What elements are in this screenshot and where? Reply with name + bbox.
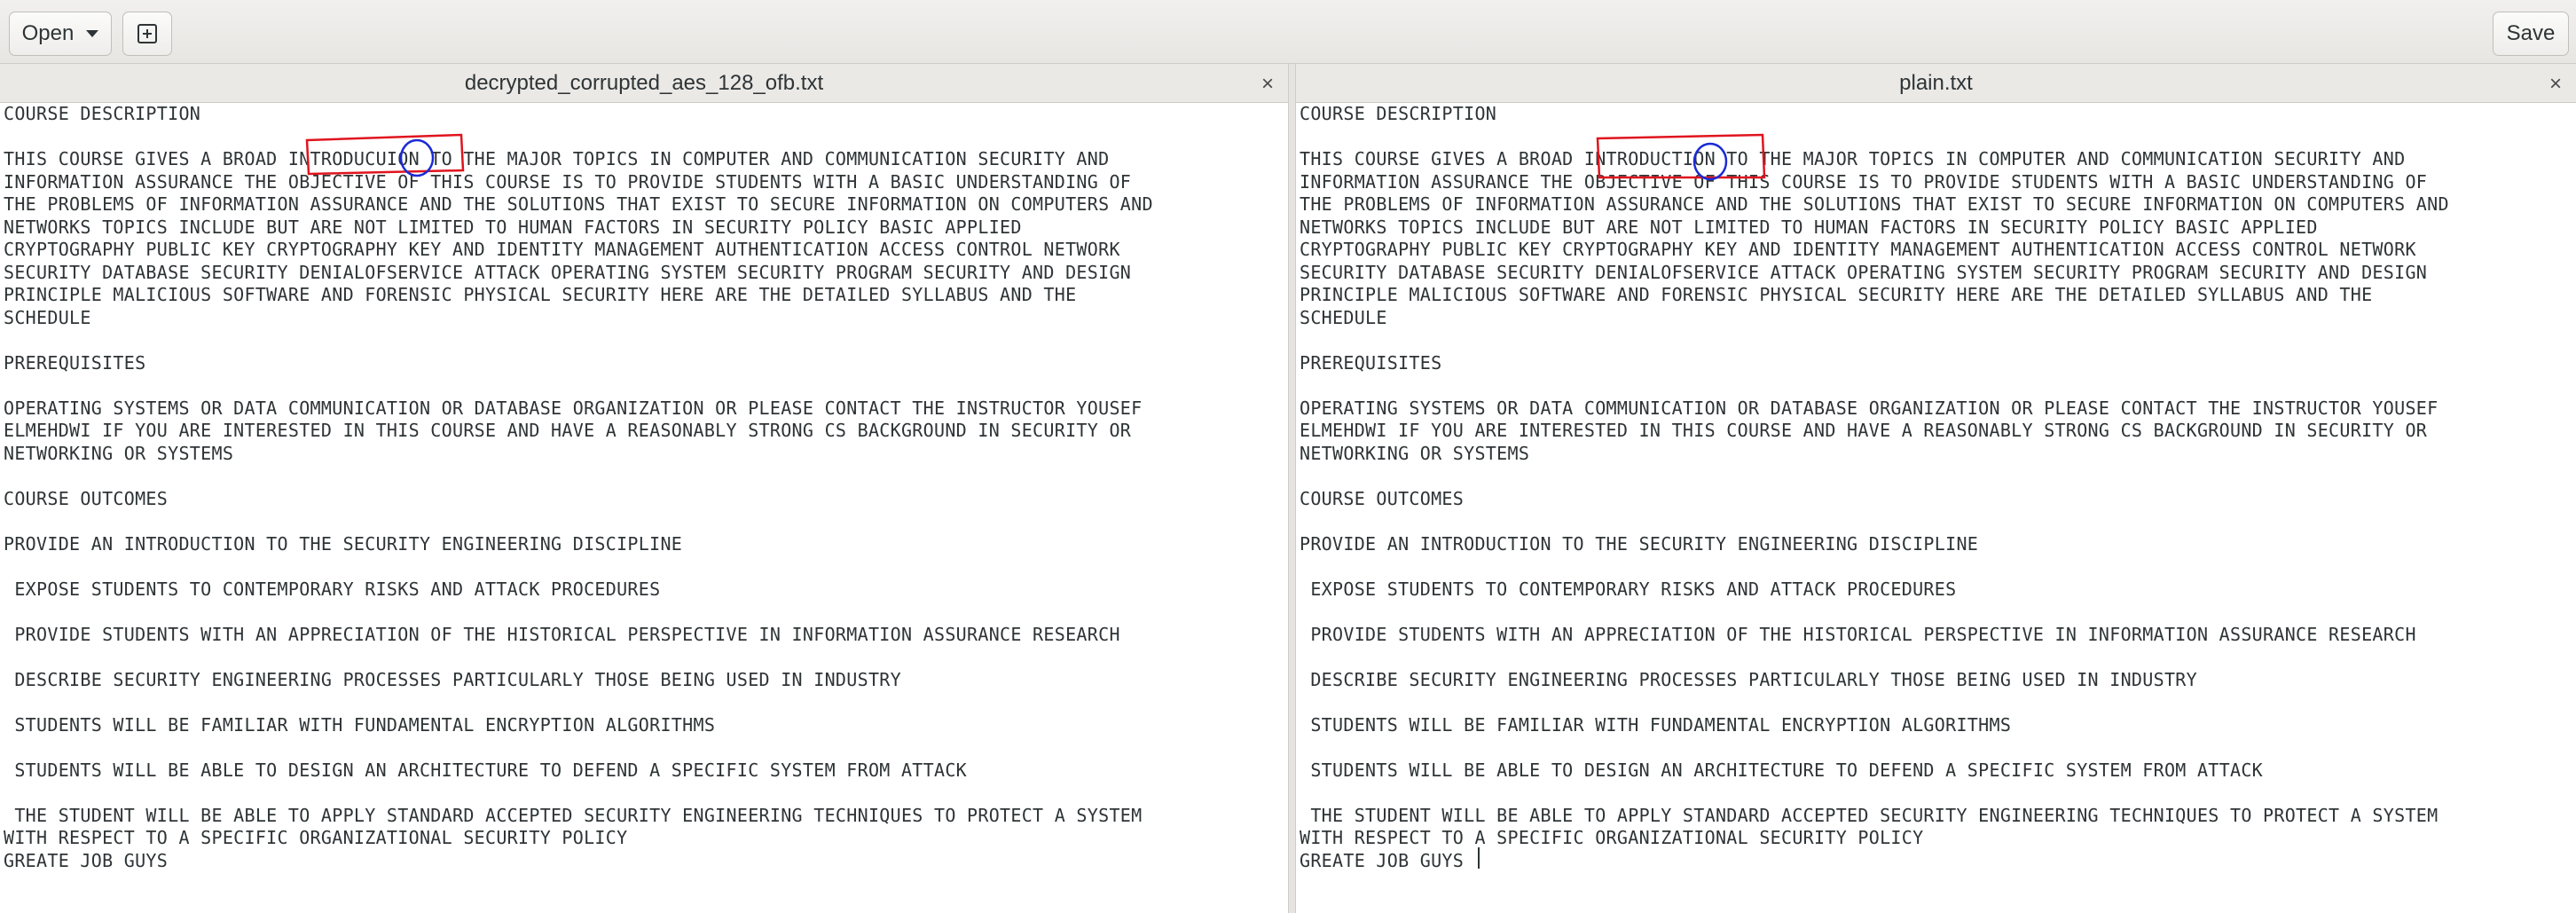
save-button[interactable]: Save: [2493, 12, 2569, 56]
left-editor-pane[interactable]: COURSE DESCRIPTION THIS COURSE GIVES A B…: [0, 103, 1288, 913]
new-tab-icon: [137, 24, 157, 43]
chevron-down-icon: [86, 30, 99, 37]
open-button[interactable]: Open: [9, 12, 112, 56]
new-document-button[interactable]: [122, 12, 172, 56]
tab-title: decrypted_corrupted_aes_128_ofb.txt: [464, 70, 824, 95]
text-cursor: [1478, 847, 1480, 869]
right-editor-pane[interactable]: COURSE DESCRIPTION THIS COURSE GIVES A B…: [1296, 103, 2576, 913]
document-text[interactable]: COURSE DESCRIPTION THIS COURSE GIVES A B…: [1300, 103, 2449, 872]
close-icon[interactable]: ×: [1261, 72, 1274, 97]
close-icon[interactable]: ×: [2549, 72, 2562, 97]
tab-title: plain.txt: [1899, 70, 1973, 95]
document-text[interactable]: COURSE DESCRIPTION THIS COURSE GIVES A B…: [4, 103, 1153, 872]
header-bar: Open Save: [0, 0, 2576, 64]
open-button-label: Open: [21, 21, 75, 45]
tab-decrypted-file[interactable]: decrypted_corrupted_aes_128_ofb.txt ×: [0, 64, 1288, 103]
tab-plain-file[interactable]: plain.txt ×: [1296, 64, 2576, 103]
pane-divider[interactable]: [1288, 64, 1296, 913]
